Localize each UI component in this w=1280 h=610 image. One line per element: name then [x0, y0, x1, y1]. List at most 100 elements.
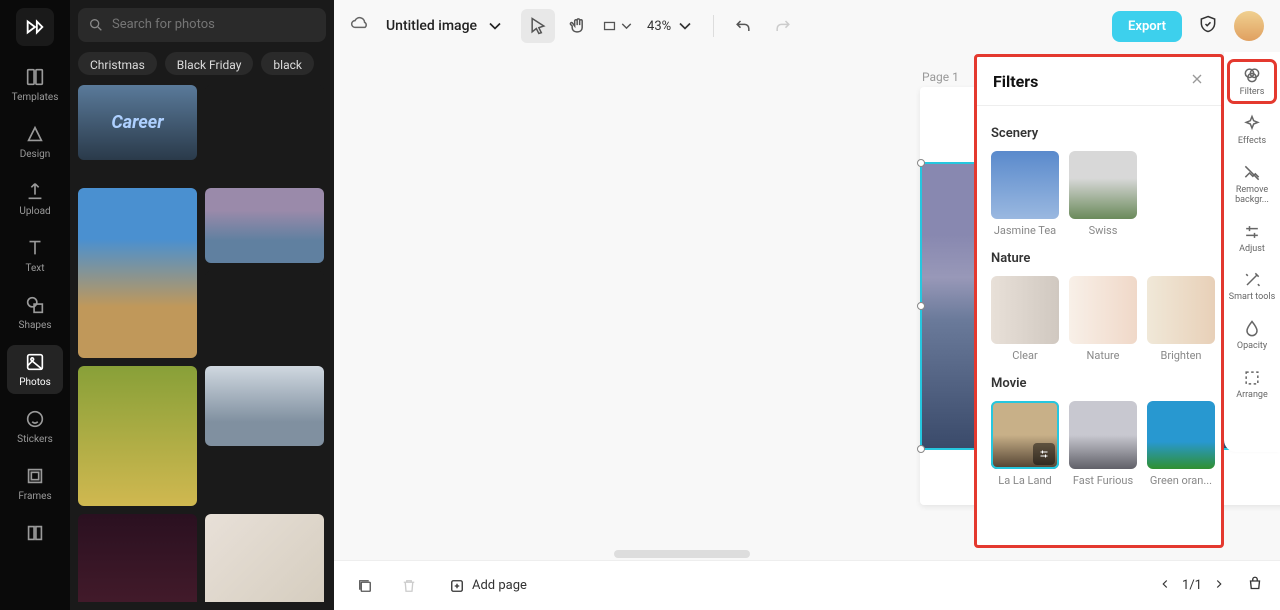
- tool-cluster: 43%: [521, 9, 800, 43]
- filter-thumb: [991, 401, 1059, 469]
- user-avatar[interactable]: [1234, 11, 1264, 41]
- photo-thumb[interactable]: [78, 188, 197, 358]
- pages-button[interactable]: [350, 571, 380, 601]
- horizontal-scrollbar[interactable]: [614, 550, 750, 558]
- rn-label: Effects: [1238, 137, 1266, 147]
- tag-black[interactable]: black: [261, 52, 314, 75]
- redo-button[interactable]: [766, 9, 800, 43]
- photo-thumb[interactable]: [78, 514, 197, 602]
- filter-name: Fast Furious: [1073, 474, 1133, 487]
- prev-page-icon[interactable]: [1158, 577, 1172, 595]
- filter-name: Clear: [1012, 349, 1037, 362]
- nav-templates[interactable]: Templates: [7, 60, 63, 109]
- filter-item-nature[interactable]: Nature: [1069, 276, 1137, 362]
- canvas-body[interactable]: Page 1 Filters Scenery: [334, 52, 1280, 560]
- filter-item-swiss[interactable]: Swiss: [1069, 151, 1137, 237]
- filter-thumb: [991, 151, 1059, 219]
- filter-thumb: [991, 276, 1059, 344]
- filter-item-clear[interactable]: Clear: [991, 276, 1059, 362]
- rnav-remove-bg[interactable]: Remove backgr...: [1228, 158, 1276, 211]
- close-icon[interactable]: [1189, 71, 1205, 91]
- photo-thumb[interactable]: [205, 366, 324, 446]
- select-tool[interactable]: [521, 9, 555, 43]
- nav-design[interactable]: Design: [7, 117, 63, 166]
- search-box[interactable]: [78, 8, 326, 42]
- nav-label: Stickers: [17, 434, 53, 445]
- page-indicator: 1/1: [1158, 575, 1264, 597]
- filter-name: Nature: [1087, 349, 1120, 362]
- filter-item-brighten[interactable]: Brighten: [1147, 276, 1215, 362]
- nav-label: Frames: [18, 491, 51, 502]
- resize-handle[interactable]: [917, 159, 925, 167]
- filter-thumb: [1069, 151, 1137, 219]
- rn-label: Arrange: [1236, 391, 1268, 401]
- add-page-button[interactable]: Add page: [438, 571, 537, 601]
- nav-photos[interactable]: Photos: [7, 345, 63, 394]
- photo-thumb[interactable]: [205, 85, 324, 180]
- filter-thumb: [1069, 276, 1137, 344]
- filter-thumb: [1147, 276, 1215, 344]
- rnav-effects[interactable]: Effects: [1228, 109, 1276, 152]
- cloud-sync-icon[interactable]: [350, 14, 370, 38]
- app-logo[interactable]: [16, 8, 54, 46]
- nav-shapes[interactable]: Shapes: [7, 288, 63, 337]
- document-title[interactable]: Untitled image: [386, 16, 505, 36]
- filter-name: Swiss: [1089, 224, 1118, 237]
- rnav-smart-tools[interactable]: Smart tools: [1228, 265, 1276, 308]
- photo-thumb[interactable]: [205, 271, 324, 351]
- delete-page-button[interactable]: [394, 571, 424, 601]
- filter-thumb: [1147, 401, 1215, 469]
- next-page-icon[interactable]: [1212, 577, 1226, 595]
- left-nav: Templates Design Upload Text Shapes Phot…: [0, 0, 70, 610]
- tag-christmas[interactable]: Christmas: [78, 52, 157, 75]
- export-button[interactable]: Export: [1112, 11, 1182, 42]
- filter-item-fastfurious[interactable]: Fast Furious: [1069, 401, 1137, 487]
- nav-frames[interactable]: Frames: [7, 459, 63, 508]
- rnav-filters[interactable]: Filters: [1228, 60, 1276, 103]
- zoom-control[interactable]: 43%: [641, 16, 701, 36]
- right-nav: Filters Effects Remove backgr... Adjust …: [1224, 52, 1280, 452]
- cart-icon[interactable]: [1246, 575, 1264, 597]
- filter-category-label: Nature: [991, 251, 1207, 266]
- chevron-down-icon: [675, 16, 695, 36]
- photo-thumb[interactable]: [205, 188, 324, 263]
- filter-item-lalaland[interactable]: La La Land: [991, 401, 1059, 487]
- nav-label: Design: [20, 149, 51, 160]
- rnav-arrange[interactable]: Arrange: [1228, 363, 1276, 406]
- filter-thumb: [1069, 401, 1137, 469]
- tag-blackfriday[interactable]: Black Friday: [165, 52, 254, 75]
- top-bar: Untitled image 43% Export: [334, 0, 1280, 52]
- filter-item-jasmine[interactable]: Jasmine Tea: [991, 151, 1059, 237]
- canvas-size-tool[interactable]: [601, 9, 635, 43]
- photo-grid: Career: [78, 85, 326, 602]
- search-input[interactable]: [112, 17, 316, 32]
- bottom-bar: Add page 1/1: [334, 560, 1280, 610]
- rnav-adjust[interactable]: Adjust: [1228, 217, 1276, 260]
- resize-handle[interactable]: [917, 445, 925, 453]
- photo-thumb[interactable]: Career: [78, 85, 197, 160]
- filter-item-greenorange[interactable]: Green oran...: [1147, 401, 1215, 487]
- chevron-down-icon: [485, 16, 505, 36]
- rnav-opacity[interactable]: Opacity: [1228, 314, 1276, 357]
- rn-label: Adjust: [1239, 245, 1265, 255]
- nav-stickers[interactable]: Stickers: [7, 402, 63, 451]
- filters-title: Filters: [993, 72, 1189, 91]
- doc-title-text: Untitled image: [386, 18, 477, 34]
- shield-icon[interactable]: [1198, 14, 1218, 38]
- tags-row: Christmas Black Friday black: [78, 52, 326, 75]
- nav-label: Shapes: [19, 320, 52, 331]
- filter-adjust-icon[interactable]: [1033, 443, 1055, 465]
- hand-tool[interactable]: [561, 9, 595, 43]
- filter-name: Green oran...: [1150, 474, 1212, 487]
- nav-upload[interactable]: Upload: [7, 174, 63, 223]
- nav-text[interactable]: Text: [7, 231, 63, 280]
- photo-thumb[interactable]: [78, 366, 197, 506]
- add-page-label: Add page: [472, 578, 527, 593]
- divider: [713, 15, 714, 37]
- undo-button[interactable]: [726, 9, 760, 43]
- page-label: Page 1: [922, 70, 959, 84]
- nav-more[interactable]: [7, 516, 63, 550]
- resize-handle[interactable]: [917, 302, 925, 310]
- photo-thumb[interactable]: [205, 514, 324, 602]
- filters-header: Filters: [977, 57, 1221, 106]
